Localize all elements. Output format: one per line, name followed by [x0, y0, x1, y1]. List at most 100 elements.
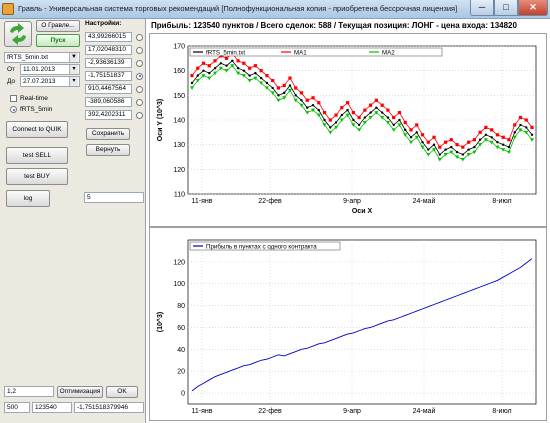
legend-label: MA1: [294, 50, 307, 57]
status-header: Прибыль: 123540 пунктов / Всего сделок: …: [151, 21, 517, 30]
series-marker: [449, 138, 453, 142]
calendar-dropdown-icon[interactable]: ▾: [69, 65, 78, 74]
series-marker: [380, 111, 384, 114]
maximize-button[interactable]: □: [494, 0, 518, 16]
series-marker: [213, 59, 217, 63]
series-marker: [392, 115, 396, 120]
save-button[interactable]: Сохранить: [86, 128, 130, 140]
about-button[interactable]: О Гравле...: [36, 20, 80, 32]
series-marker: [248, 66, 252, 70]
start-button[interactable]: Пуск: [36, 34, 80, 47]
series-marker: [427, 148, 430, 151]
setting-value-field[interactable]: -389,060586: [85, 97, 132, 107]
series-marker: [392, 123, 395, 127]
realtime-checkbox[interactable]: [10, 95, 17, 102]
setting-value-field[interactable]: 17,02048310: [85, 45, 132, 55]
param-field-1[interactable]: 1,2: [4, 386, 54, 397]
series-marker: [351, 111, 355, 115]
source-radio[interactable]: [10, 106, 17, 113]
calendar-dropdown-icon[interactable]: ▾: [69, 77, 78, 86]
x-tick-label: 9-апр: [343, 198, 361, 205]
series-marker: [369, 103, 373, 107]
series-marker: [317, 108, 320, 112]
series-marker: [525, 126, 528, 129]
from-date-field[interactable]: 11.01.2013 ▾: [20, 64, 80, 75]
series-marker: [357, 123, 361, 127]
series-marker: [524, 118, 528, 122]
file-select[interactable]: fRTS_5min.txt ▼: [4, 52, 80, 63]
profit-chart-panel: 0 20 40 60 80 100 120 11-янв 22-фев 9-апр 24-май 8-…: [149, 227, 547, 421]
y-tick-label: 80: [177, 303, 185, 310]
setting-value-field[interactable]: -2,93636139: [85, 58, 132, 68]
y-tick-label: 150: [173, 93, 185, 100]
to-date-field[interactable]: 27.07.2013 ▾: [20, 76, 80, 87]
y-tick-label: 120: [173, 259, 185, 266]
setting-select-radio[interactable]: [136, 98, 143, 106]
param-field-2[interactable]: 500: [4, 402, 30, 413]
connect-quik-button[interactable]: Connect to QUIK: [6, 121, 68, 138]
y-tick-label: 20: [177, 369, 185, 376]
setting-select-radio[interactable]: [136, 111, 143, 119]
y-tick-label: 60: [177, 325, 185, 332]
series-marker: [409, 136, 413, 139]
y-tick-label: 160: [173, 68, 185, 75]
y-axis-label: (10^3): [156, 312, 164, 332]
series-marker: [375, 106, 378, 109]
setting-select-radio[interactable]: [136, 72, 143, 80]
series-marker: [409, 128, 413, 132]
setting-select-radio[interactable]: [136, 85, 143, 93]
window-title: Гравль - Универсальная система торговых …: [18, 4, 458, 13]
series-marker: [202, 69, 205, 72]
series-marker: [201, 61, 206, 65]
series-marker: [259, 69, 263, 73]
series-marker: [271, 78, 275, 83]
from-date-value: 11.01.2013: [23, 66, 56, 73]
setting-value-field[interactable]: 43,99266015: [85, 32, 132, 42]
file-select-value: fRTS_5min.txt: [7, 54, 49, 61]
chevron-down-icon[interactable]: ▼: [69, 53, 78, 62]
log-button[interactable]: log: [6, 190, 50, 207]
y-tick-label: 130: [173, 142, 185, 149]
series-marker: [420, 133, 425, 137]
realtime-label: Real-time: [20, 95, 48, 102]
window-titlebar: Гравль - Универсальная система торговых …: [0, 0, 550, 19]
series-marker: [340, 113, 344, 117]
source-label: fRTS_5min: [20, 106, 53, 113]
series-marker: [352, 118, 355, 122]
series-marker: [242, 69, 246, 72]
setting-value-field[interactable]: 392,4202311: [85, 110, 132, 120]
series-marker: [398, 118, 401, 122]
series-marker: [265, 81, 269, 85]
settings-header: Настройки:: [85, 20, 122, 27]
series-marker: [472, 138, 476, 142]
x-tick-label: 11-янв: [192, 408, 213, 415]
setting-value-field[interactable]: 910,4467564: [85, 84, 132, 94]
series-marker: [507, 145, 511, 149]
test-buy-button[interactable]: test BUY: [6, 168, 68, 185]
refresh-logo-button[interactable]: [4, 21, 32, 47]
y-axis-label: Оси Y (10^3): [156, 99, 164, 142]
series-marker: [208, 71, 211, 75]
series-marker: [404, 128, 407, 132]
test-sell-button[interactable]: test SELL: [6, 147, 68, 164]
series-marker: [207, 64, 211, 68]
setting-select-radio[interactable]: [136, 33, 143, 41]
close-button[interactable]: ✕: [518, 0, 548, 16]
series-marker: [265, 74, 269, 78]
setting-value-field[interactable]: -1,75151837: [85, 71, 132, 81]
restore-button[interactable]: Вернуть: [86, 144, 130, 156]
setting-select-radio[interactable]: [136, 46, 143, 54]
series-marker: [426, 140, 430, 144]
series-marker: [432, 135, 436, 139]
minimize-button[interactable]: ─: [470, 0, 494, 16]
series-marker: [386, 108, 390, 112]
param-field-3[interactable]: 123540: [32, 402, 72, 413]
legend-label: Прибыль в пунктах с одного контракта: [206, 244, 317, 251]
price-chart: 110 120 130 140 150 160 170 11-янв 22-фев 9-апр 24…: [156, 44, 537, 215]
from-label: От: [7, 66, 16, 73]
setting-select-radio[interactable]: [136, 59, 143, 67]
x-tick-label: 11-янв: [192, 198, 213, 205]
series-marker: [329, 126, 332, 129]
series-marker: [190, 74, 194, 78]
y-tick-label: 170: [173, 44, 185, 51]
